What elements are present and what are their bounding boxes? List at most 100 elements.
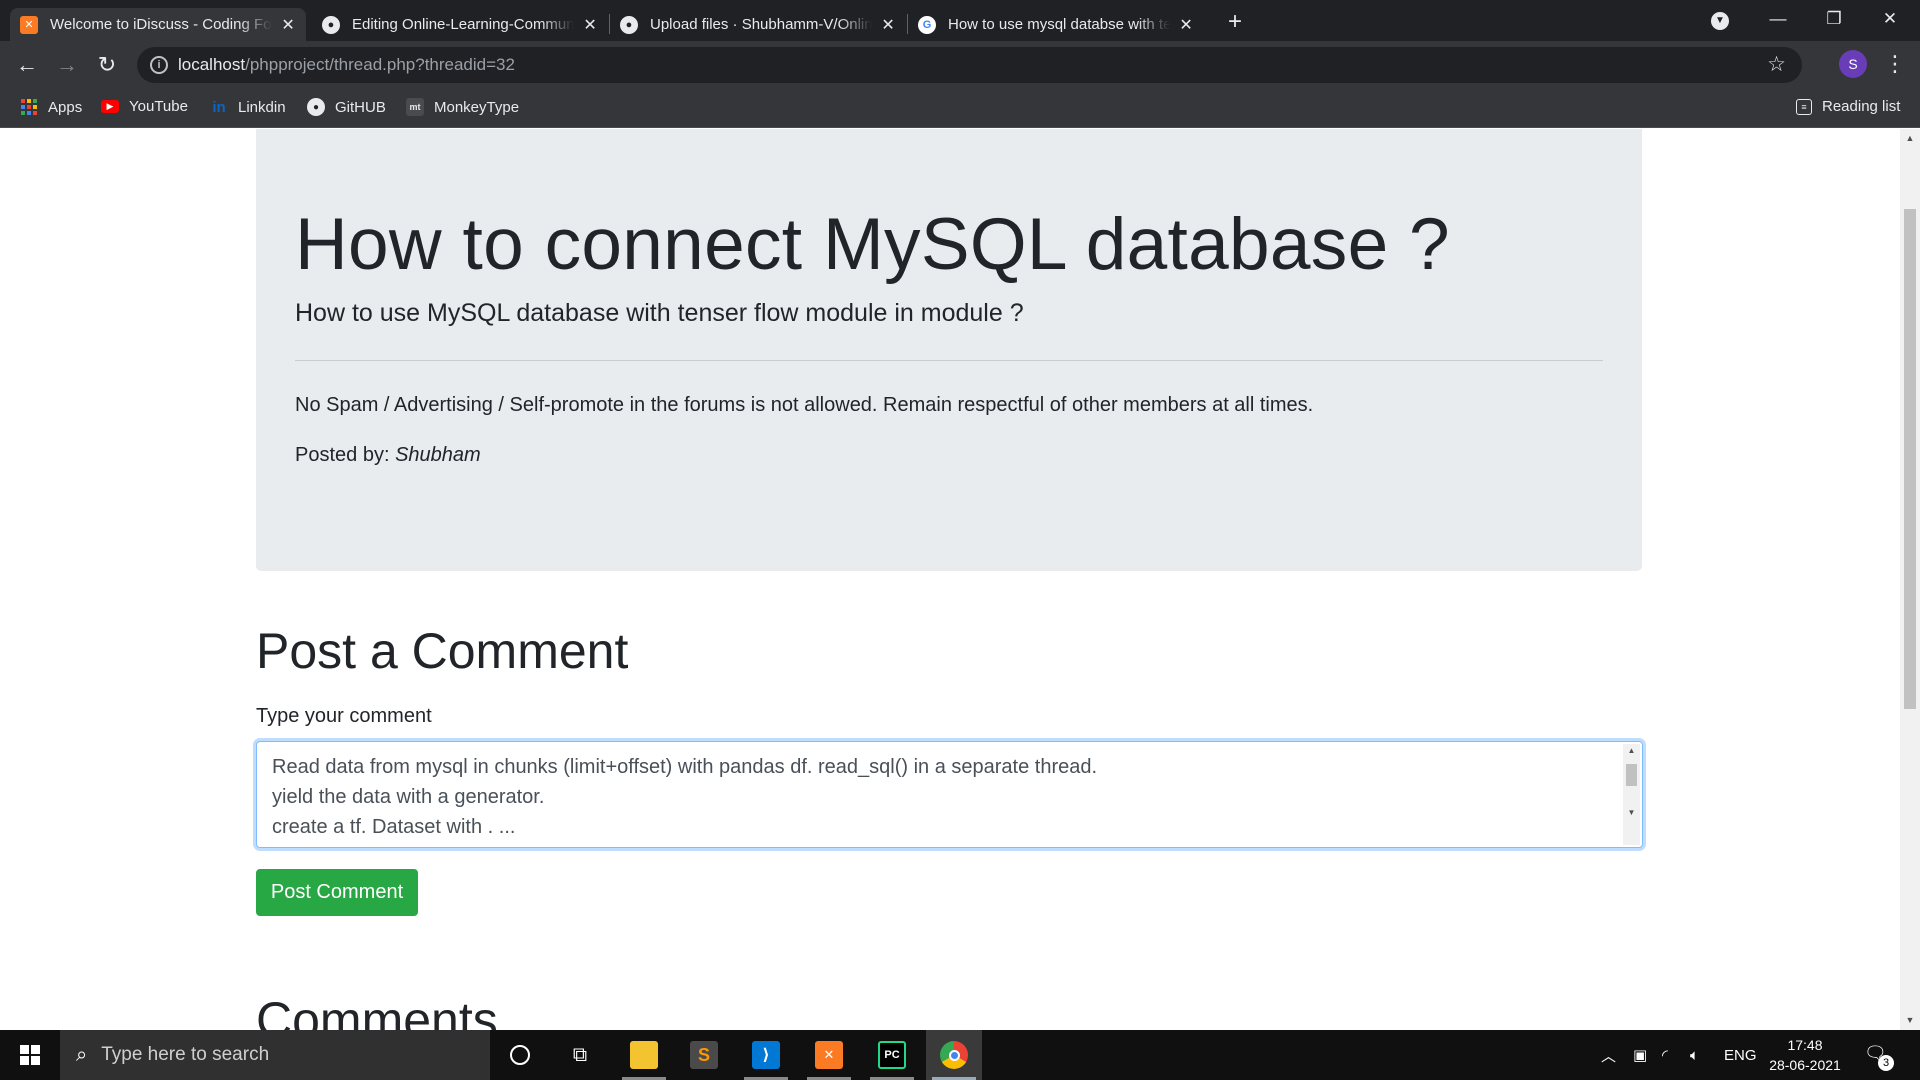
volume-icon[interactable]: 🔈︎ xyxy=(1690,1030,1699,1080)
language-label: ENG xyxy=(1724,1046,1757,1064)
tab-title: Editing Online-Learning-Community xyxy=(352,16,575,33)
monkeytype-icon: mt xyxy=(406,98,424,116)
tab-search-icon[interactable]: ▼ xyxy=(1711,12,1729,30)
pycharm-icon: PC xyxy=(878,1041,906,1069)
page-scroll-thumb[interactable] xyxy=(1904,209,1916,709)
taskbar-pycharm[interactable]: PC xyxy=(864,1030,920,1080)
textarea-scroll-thumb[interactable] xyxy=(1626,764,1637,786)
comment-line: create a tf. Dataset with . ... xyxy=(272,816,516,838)
textarea-scrollbar[interactable]: ▲ ▼ xyxy=(1623,744,1640,845)
bookmark-github[interactable]: ● GitHUB xyxy=(307,98,386,116)
taskbar-chrome[interactable] xyxy=(926,1030,982,1080)
device-icon[interactable]: ▣ xyxy=(1633,1030,1647,1080)
youtube-icon: ▶ xyxy=(101,100,119,113)
reload-icon[interactable]: ↻ xyxy=(93,51,121,79)
taskbar: ⌕ Type here to search ⧉ S ⟩ ✕ PC ︿ ▣ ◜ 🔈… xyxy=(0,1030,1920,1080)
address-bar[interactable]: i localhost/phpproject/thread.php?thread… xyxy=(137,47,1802,83)
close-window-icon[interactable]: ✕ xyxy=(1862,0,1918,41)
bookmark-label: YouTube xyxy=(129,98,188,115)
close-tab-icon[interactable]: ✕ xyxy=(880,15,896,35)
linkedin-icon: in xyxy=(212,98,226,116)
url-text: localhost/phpproject/thread.php?threadid… xyxy=(178,55,515,75)
close-tab-icon[interactable]: ✕ xyxy=(1178,15,1194,35)
xampp-icon: ✕ xyxy=(20,15,38,34)
xampp-icon: ✕ xyxy=(815,1041,843,1069)
scroll-up-icon[interactable]: ▲ xyxy=(1623,746,1640,755)
github-icon: ● xyxy=(307,98,325,116)
bookmark-label: Apps xyxy=(48,98,83,116)
bookmark-label: GitHUB xyxy=(335,98,386,116)
restore-icon[interactable]: ❐ xyxy=(1806,0,1862,41)
minimize-icon[interactable]: — xyxy=(1750,0,1806,41)
tab-title: Welcome to iDiscuss - Coding Forum xyxy=(50,16,272,33)
tab-github-editing[interactable]: ● Editing Online-Learning-Community ✕ xyxy=(312,8,608,41)
back-icon[interactable]: ← xyxy=(13,51,41,79)
task-view-button[interactable]: ⧉ xyxy=(552,1030,608,1080)
taskbar-search[interactable]: ⌕ Type here to search xyxy=(60,1030,490,1080)
clock[interactable]: 17:48 28-06-2021 xyxy=(1755,1035,1855,1075)
taskbar-xampp[interactable]: ✕ xyxy=(801,1030,857,1080)
network-icon[interactable]: ◜ xyxy=(1662,1030,1668,1080)
close-tab-icon[interactable]: ✕ xyxy=(280,15,296,35)
tab-google-search[interactable]: G How to use mysql databse with tenser ✕ xyxy=(908,8,1204,41)
new-tab-button[interactable]: + xyxy=(1222,8,1248,36)
tab-title: Upload files · Shubhamm-V/Online-Learnin… xyxy=(650,16,873,33)
posted-by-user: Shubham xyxy=(395,444,481,466)
thread-description: How to use MySQL database with tenser fl… xyxy=(295,299,1024,327)
posted-by: Posted by: Shubham xyxy=(295,444,481,467)
language-indicator[interactable]: ENG xyxy=(1724,1030,1757,1080)
page-scrollbar[interactable]: ▲ ▼ xyxy=(1900,129,1920,1030)
comment-textarea[interactable]: Read data from mysql in chunks (limit+of… xyxy=(256,741,1643,848)
menu-icon[interactable]: ⋮ xyxy=(1884,50,1906,78)
sublime-text-icon: S xyxy=(690,1041,718,1069)
reading-list-label: Reading list xyxy=(1822,98,1901,115)
bookmark-label: Linkdin xyxy=(238,98,286,116)
comment-field-label: Type your comment xyxy=(256,705,432,727)
post-comment-button[interactable]: Post Comment xyxy=(256,869,418,916)
thread-jumbotron: How to connect MySQL database ? How to u… xyxy=(256,129,1642,571)
browser-toolbar: ← → ↻ i localhost/phpproject/thread.php?… xyxy=(0,41,1920,89)
notification-count: 3 xyxy=(1878,1055,1894,1071)
divider xyxy=(295,360,1603,361)
forum-rules: No Spam / Advertising / Self-promote in … xyxy=(295,394,1314,416)
tab-github-upload[interactable]: ● Upload files · Shubhamm-V/Online-Learn… xyxy=(610,8,906,41)
forward-icon[interactable]: → xyxy=(53,51,81,79)
tab-strip: ✕ Welcome to iDiscuss - Coding Forum ✕ ●… xyxy=(0,0,1920,41)
tab-idiscuss[interactable]: ✕ Welcome to iDiscuss - Coding Forum ✕ xyxy=(10,8,306,41)
chevron-up-icon: ︿ xyxy=(1601,1047,1617,1065)
clock-time: 17:48 xyxy=(1787,1037,1823,1053)
cortana-button[interactable] xyxy=(492,1030,548,1080)
reading-list-button[interactable]: ≡ Reading list xyxy=(1796,98,1900,115)
close-tab-icon[interactable]: ✕ xyxy=(582,15,598,35)
show-hidden-icons[interactable]: ︿ xyxy=(1601,1030,1616,1080)
bookmark-youtube[interactable]: ▶ YouTube xyxy=(101,98,188,115)
bookmark-star-icon[interactable]: ☆ xyxy=(1767,52,1786,77)
clock-date: 28-06-2021 xyxy=(1769,1057,1841,1073)
apps-grid-icon xyxy=(20,98,38,116)
bookmark-label: MonkeyType xyxy=(434,98,520,116)
scroll-down-icon[interactable]: ▼ xyxy=(1904,1015,1916,1025)
thread-title: How to connect MySQL database ? xyxy=(295,204,1450,285)
taskbar-file-explorer[interactable] xyxy=(616,1030,672,1080)
bookmarks-bar: Apps ▶ YouTube in Linkdin ● GitHUB mt Mo… xyxy=(0,89,1920,128)
site-info-icon[interactable]: i xyxy=(150,56,168,74)
bookmark-monkeytype[interactable]: mt MonkeyType xyxy=(406,98,519,116)
bookmark-apps[interactable]: Apps xyxy=(20,98,82,116)
bookmark-linkdin[interactable]: in Linkdin xyxy=(210,98,286,116)
comment-text: Read data from mysql in chunks (limit+of… xyxy=(272,752,1097,842)
search-placeholder: Type here to search xyxy=(101,1044,270,1065)
action-center-button[interactable]: 🗨︎ 3 xyxy=(1864,1043,1894,1071)
reading-list-icon: ≡ xyxy=(1796,98,1812,115)
page-viewport: How to connect MySQL database ? How to u… xyxy=(0,129,1900,1030)
scroll-up-icon[interactable]: ▲ xyxy=(1904,133,1916,143)
taskbar-vscode[interactable]: ⟩ xyxy=(738,1030,794,1080)
tab-title: How to use mysql databse with tenser xyxy=(948,16,1171,33)
comment-line: yield the data with a generator. xyxy=(272,786,545,808)
cortana-icon xyxy=(510,1045,530,1065)
taskbar-sublime[interactable]: S xyxy=(676,1030,732,1080)
profile-avatar[interactable]: S xyxy=(1839,50,1867,78)
start-button[interactable] xyxy=(0,1030,60,1080)
comments-heading: Comments xyxy=(256,992,498,1030)
scroll-down-icon[interactable]: ▼ xyxy=(1623,808,1640,817)
task-view-icon: ⧉ xyxy=(572,1043,588,1066)
